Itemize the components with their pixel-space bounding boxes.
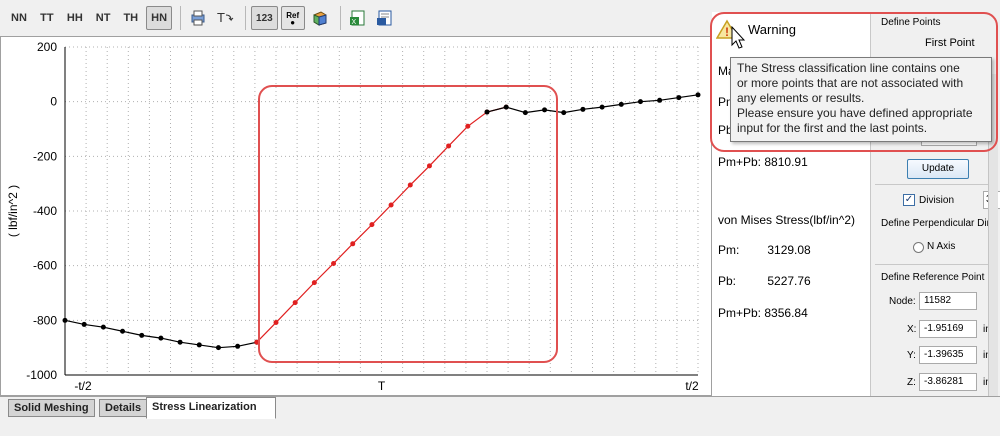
- bottom-tab-bar: Solid Meshing Details Stress Linearizati…: [0, 396, 1000, 436]
- data-point: [81, 321, 87, 327]
- reference-button[interactable]: Ref ●: [280, 6, 305, 30]
- tab-details[interactable]: Details: [99, 399, 148, 417]
- n-axis-radio[interactable]: [913, 242, 924, 253]
- data-point: [177, 339, 183, 345]
- data-point: [62, 317, 68, 323]
- panel-divider: [875, 264, 997, 265]
- vm-pb-label: Pb:: [718, 274, 737, 288]
- vm-pm-row: Pm: 3129.08: [718, 243, 811, 257]
- data-point: [158, 335, 164, 341]
- x-label: X:: [907, 324, 917, 335]
- y-tick-label: -400: [33, 204, 57, 218]
- z-label: Z:: [907, 377, 916, 388]
- highlight-box-chart: [258, 85, 558, 363]
- y-input[interactable]: -1.39635: [919, 346, 977, 364]
- n-axis-label: N Axis: [927, 241, 956, 252]
- data-point: [580, 106, 586, 112]
- export-word-icon[interactable]: [373, 6, 397, 30]
- data-point: [215, 345, 221, 351]
- z-input[interactable]: -3.86281: [919, 373, 977, 391]
- data-point: [139, 332, 145, 338]
- toolbar: NN TT HH NT TH HN T 123 Ref ● X: [0, 0, 716, 36]
- hn-button[interactable]: HN: [146, 6, 173, 30]
- vm-pmpb-value: 8356.84: [764, 306, 808, 320]
- vm-pmpb-row: Pm+Pb: 8356.84: [718, 306, 808, 320]
- reference-point-title: Define Reference Point: [881, 272, 985, 283]
- show-numbers-button[interactable]: 123: [251, 6, 278, 30]
- perpendicular-title: Define Perpendicular Dire: [881, 218, 996, 229]
- toolbar-separator: [339, 6, 341, 30]
- print-icon[interactable]: [186, 6, 210, 30]
- toolbar-separator: [245, 6, 247, 30]
- y-tick-label: -800: [33, 313, 57, 327]
- update-button[interactable]: Update: [907, 159, 969, 179]
- text-rotate-icon[interactable]: T: [213, 6, 237, 30]
- panel-divider: [875, 184, 997, 185]
- export-excel-icon[interactable]: X: [346, 6, 370, 30]
- highlight-box-warning: [710, 12, 998, 152]
- y-label: Y:: [907, 350, 916, 361]
- node-label: Node:: [889, 296, 916, 307]
- cube-icon[interactable]: [308, 6, 332, 30]
- data-point: [196, 342, 202, 348]
- y-tick-label: -1000: [26, 368, 57, 382]
- vm-pm-label: Pm:: [718, 243, 740, 257]
- data-point: [100, 324, 106, 330]
- x-tick-label: -t/2: [74, 379, 92, 393]
- division-checkbox[interactable]: ✓: [903, 194, 915, 206]
- tt-button[interactable]: TT: [35, 6, 59, 30]
- membrane-pm-pb-row: Pm+Pb: 8810.91: [718, 155, 808, 169]
- th-button[interactable]: TH: [118, 6, 143, 30]
- data-point: [657, 97, 663, 103]
- nt-button[interactable]: NT: [91, 6, 116, 30]
- node-input[interactable]: 11582: [919, 292, 977, 310]
- series-line: [64, 319, 257, 349]
- y-tick-label: 0: [50, 95, 57, 109]
- data-point: [676, 95, 682, 101]
- pm-pb-value: 8810.91: [764, 155, 808, 169]
- y-tick-label: -200: [33, 149, 57, 163]
- x-input[interactable]: -1.95169: [919, 320, 977, 338]
- pm-pb-label: Pm+Pb:: [718, 155, 762, 169]
- x-tick-label: T: [378, 379, 386, 393]
- data-point: [235, 343, 241, 349]
- x-tick-label: t/2: [685, 379, 699, 393]
- y-tick-label: 200: [37, 40, 57, 54]
- y-tick-label: -600: [33, 259, 57, 273]
- data-point: [618, 101, 624, 107]
- svg-text:X: X: [351, 19, 356, 26]
- data-point: [637, 99, 643, 105]
- hh-button[interactable]: HH: [62, 6, 88, 30]
- division-label: Division: [919, 195, 955, 206]
- data-point: [120, 328, 126, 334]
- vm-pb-row: Pb: 5227.76: [718, 274, 811, 288]
- data-point: [695, 92, 701, 98]
- vm-pm-value: 3129.08: [767, 243, 811, 257]
- data-point: [561, 110, 567, 116]
- svg-text:T: T: [217, 10, 225, 25]
- y-axis-label: ( lbf/in^2 ): [6, 185, 20, 237]
- nn-button[interactable]: NN: [6, 6, 32, 30]
- vm-pb-value: 5227.76: [767, 274, 811, 288]
- reference-dot-icon: ●: [290, 17, 296, 27]
- data-point: [599, 104, 605, 110]
- tab-stress-linearization[interactable]: Stress Linearization: [146, 397, 276, 419]
- toolbar-separator: [180, 6, 182, 30]
- von-mises-title: von Mises Stress(lbf/in^2): [718, 213, 856, 227]
- tab-solid-meshing[interactable]: Solid Meshing: [8, 399, 95, 417]
- vm-pmpb-label: Pm+Pb:: [718, 306, 762, 320]
